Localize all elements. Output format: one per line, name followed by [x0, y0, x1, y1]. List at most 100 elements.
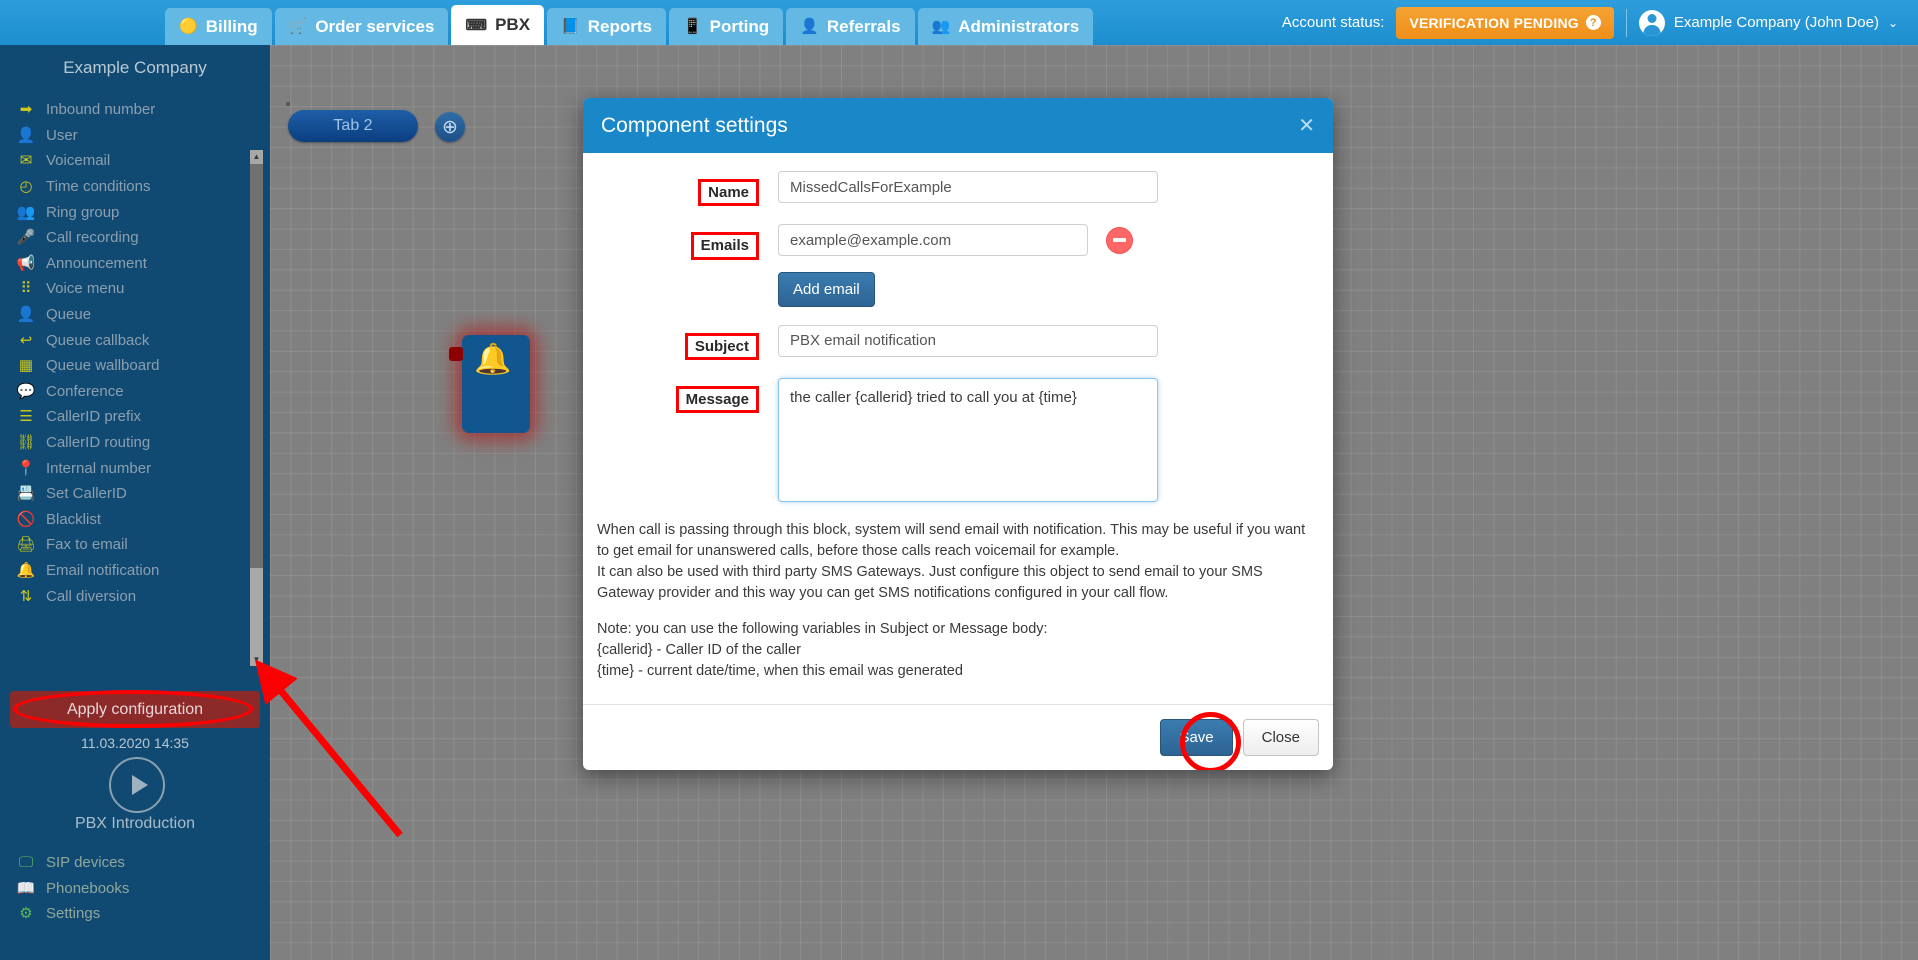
- subject-input[interactable]: [778, 324, 1158, 357]
- sidebar-item-email-notification[interactable]: 🔔 Email notification: [0, 558, 258, 584]
- sidebar-item-call-diversion[interactable]: ⇅ Call diversion: [0, 583, 258, 609]
- minus-bar: [1113, 238, 1126, 243]
- message-label-cell: Message: [583, 378, 778, 413]
- porting-icon: 📱: [682, 18, 702, 35]
- megaphone-icon: 📢: [16, 254, 36, 272]
- sidebar-item-voice-menu[interactable]: ⠿ Voice menu: [0, 276, 258, 302]
- sidebar-item-callerid-prefix[interactable]: ☰ CallerID prefix: [0, 404, 258, 430]
- modal-footer: Save Close: [583, 703, 1333, 770]
- name-label: Name: [698, 179, 759, 207]
- avatar: [1638, 9, 1665, 36]
- name-input[interactable]: [778, 171, 1158, 203]
- sidebar-item-internal-number[interactable]: 📍 Internal number: [0, 455, 258, 481]
- sidebar-item-label: Fax to email: [46, 536, 128, 554]
- tab-label: Porting: [709, 16, 770, 36]
- pbx-icon: ⌨: [465, 16, 488, 34]
- subject-label-cell: Subject: [583, 325, 778, 360]
- sidebar-item-queue[interactable]: 👤 Queue: [0, 302, 258, 328]
- close-icon[interactable]: ✕: [1298, 116, 1315, 136]
- modal-body: Name Emails Add email Subject: [583, 153, 1333, 704]
- tab-order-services[interactable]: 🛒 Order services: [274, 8, 449, 45]
- sidebar-item-queue-wallboard[interactable]: ▦ Queue wallboard: [0, 353, 258, 379]
- sidebar-item-callerid-routing[interactable]: ⛓ CallerID routing: [0, 430, 258, 456]
- help-variable-callerid: {callerid} - Caller ID of the caller: [597, 641, 801, 658]
- play-icon[interactable]: [109, 757, 165, 813]
- sidebar-item-label: Inbound number: [46, 101, 156, 119]
- scroll-down-icon[interactable]: ▼: [250, 653, 263, 666]
- node-input-port[interactable]: [449, 347, 463, 361]
- sidebar-item-label: Voice menu: [46, 280, 125, 298]
- help-paragraph-2: It can also be used with third party SMS…: [597, 563, 1263, 601]
- modal-title: Component settings: [601, 113, 788, 137]
- emails-label-cell: Emails: [583, 224, 778, 260]
- minus-circle-icon[interactable]: [1106, 226, 1133, 254]
- message-textarea[interactable]: [778, 377, 1158, 502]
- sidebar-item-label: CallerID routing: [46, 434, 151, 452]
- user-plus-icon: 👤: [16, 306, 36, 324]
- apply-configuration-button[interactable]: Apply configuration: [10, 691, 260, 728]
- clock-icon: ◴: [19, 178, 33, 196]
- sidebar-item-sip-devices[interactable]: 🖵 SIP devices: [0, 850, 270, 876]
- account-status-label: Account status:: [1281, 14, 1385, 31]
- sidebar-item-inbound-number[interactable]: ➡ Inbound number: [0, 97, 258, 123]
- sidebar-item-ring-group[interactable]: 👥 Ring group: [0, 199, 258, 225]
- sidebar-item-label: Conference: [46, 382, 124, 400]
- help-note: Note: you can use the following variable…: [597, 620, 1048, 637]
- tab-label: PBX: [495, 15, 531, 34]
- diversion-arrows-icon: ⇅: [19, 587, 33, 605]
- status-badge-text: VERIFICATION PENDING: [1409, 14, 1579, 31]
- sidebar-item-conference[interactable]: 💬 Conference: [0, 379, 258, 405]
- tab-porting[interactable]: 📱 Porting: [668, 8, 784, 45]
- flow-tab-2[interactable]: Tab 2: [288, 110, 418, 142]
- sidebar-item-label: Blacklist: [46, 510, 102, 528]
- email-input[interactable]: [778, 224, 1088, 257]
- sidebar-item-label: Time conditions: [46, 178, 151, 196]
- sidebar-item-settings[interactable]: ⚙ Settings: [0, 901, 270, 927]
- user-name: Example Company (John Doe): [1673, 14, 1879, 31]
- name-row: Name: [583, 171, 1333, 207]
- save-button[interactable]: Save: [1160, 718, 1233, 756]
- bell-icon: 🔔: [16, 561, 36, 579]
- tab-referrals[interactable]: 👤 Referrals: [786, 8, 915, 45]
- close-button[interactable]: Close: [1242, 718, 1319, 756]
- pbx-introduction-label[interactable]: PBX Introduction: [0, 815, 270, 833]
- tab-reports[interactable]: 📘 Reports: [547, 8, 666, 45]
- tab-pbx[interactable]: ⌨ PBX: [451, 5, 545, 45]
- component-settings-modal: Component settings ✕ Name Emails Add ema…: [583, 98, 1333, 770]
- chevron-down-icon: ⌄: [1887, 15, 1898, 30]
- sidebar-item-phonebooks[interactable]: 📖 Phonebooks: [0, 876, 270, 902]
- modal-header: Component settings ✕: [583, 98, 1333, 153]
- microphone-icon: 🎤: [16, 229, 36, 247]
- sidebar-item-announcement[interactable]: 📢 Announcement: [0, 251, 258, 277]
- sidebar-item-label: Settings: [46, 905, 101, 923]
- tab-billing[interactable]: 🟡 Billing: [165, 8, 272, 45]
- sidebar-item-blacklist[interactable]: 🚫 Blacklist: [0, 507, 258, 533]
- chat-bubbles-icon: 💬: [16, 382, 36, 400]
- sidebar-item-call-recording[interactable]: 🎤 Call recording: [0, 225, 258, 251]
- help-icon[interactable]: ?: [1585, 15, 1601, 30]
- sidebar-item-set-callerid[interactable]: 📇 Set CallerID: [0, 481, 258, 507]
- add-email-button[interactable]: Add email: [778, 271, 875, 307]
- sidebar-item-label: SIP devices: [46, 854, 125, 872]
- scroll-up-icon[interactable]: ▲: [250, 150, 263, 163]
- sidebar-item-time-conditions[interactable]: ◴ Time conditions: [0, 174, 258, 200]
- status-badge[interactable]: VERIFICATION PENDING ?: [1396, 6, 1614, 39]
- add-flow-tab-button[interactable]: ⊕: [435, 112, 465, 142]
- bell-icon: 🔔: [474, 343, 512, 376]
- plus-circle-icon: ⊕: [442, 116, 458, 138]
- sidebar-item-queue-callback[interactable]: ↩ Queue callback: [0, 327, 258, 353]
- sidebar-scrollbar-thumb[interactable]: [250, 164, 263, 568]
- message-label: Message: [675, 385, 759, 413]
- email-notification-node[interactable]: 🔔: [449, 335, 530, 433]
- sidebar-item-fax-to-email[interactable]: 🖨 Fax to email: [0, 532, 258, 558]
- sidebar: Example Company ➡ Inbound number 👤 User ✉ V…: [0, 45, 270, 960]
- sidebar-item-label: Set CallerID: [46, 485, 127, 503]
- app-root: 🟡 Billing 🛒 Order services ⌨ PBX 📘 Repor…: [0, 0, 1918, 960]
- sidebar-item-voicemail[interactable]: ✉ Voicemail: [0, 148, 258, 174]
- gear-icon: ⚙: [19, 905, 33, 923]
- email-entry: [778, 224, 1133, 257]
- user-menu[interactable]: Example Company (John Doe) ⌄: [1638, 9, 1904, 36]
- sidebar-item-user[interactable]: 👤 User: [0, 123, 258, 149]
- tab-administrators[interactable]: 👥 Administrators: [917, 8, 1094, 45]
